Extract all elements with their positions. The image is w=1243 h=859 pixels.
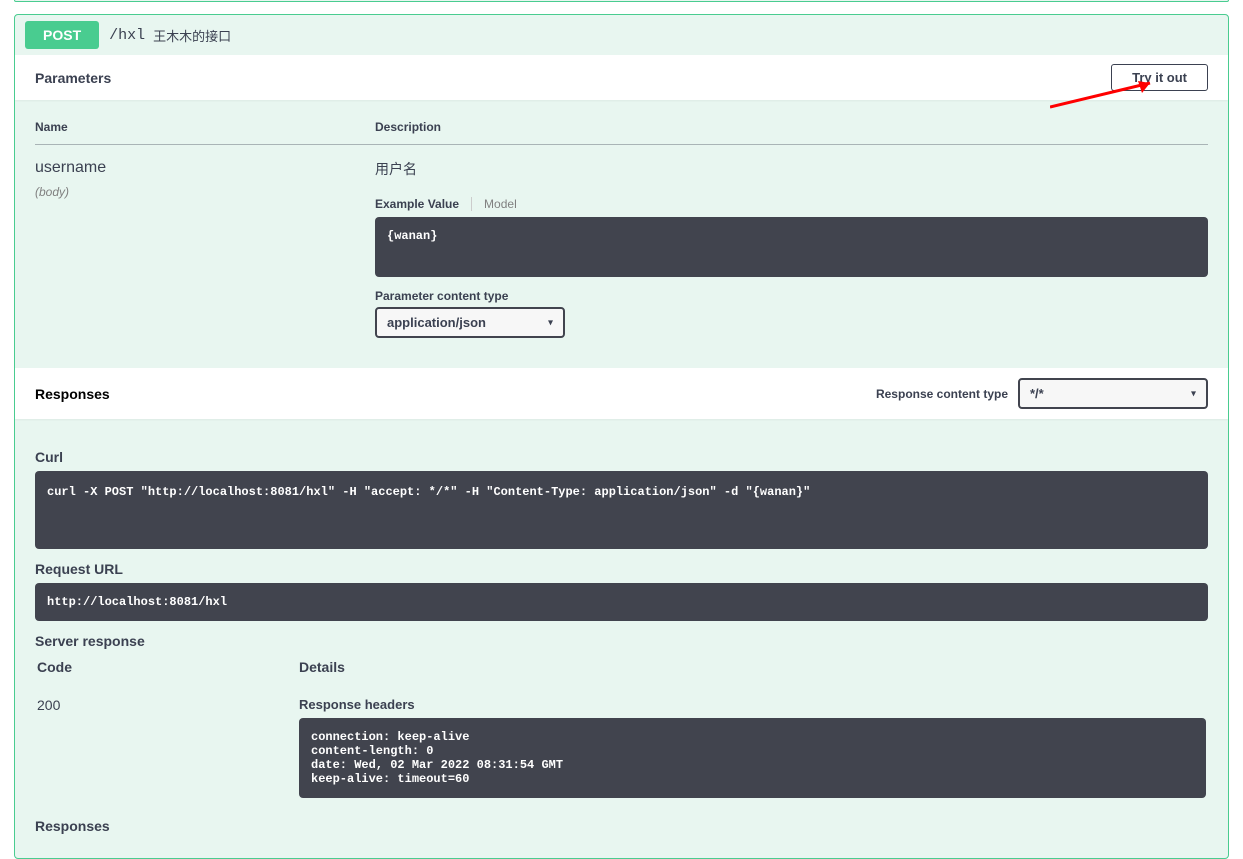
endpoint-path: /hxl <box>109 27 145 44</box>
request-url-label: Request URL <box>35 561 1208 577</box>
parameter-description: 用户名 <box>375 159 1208 179</box>
tab-example-value[interactable]: Example Value <box>375 197 459 211</box>
parameters-body: Name Description username (body) 用户名 <box>15 100 1228 368</box>
try-it-out-button[interactable]: Try it out <box>1111 64 1208 91</box>
parameters-title: Parameters <box>35 70 111 86</box>
curl-block[interactable]: curl -X POST "http://localhost:8081/hxl"… <box>35 471 1208 549</box>
column-code: Code <box>37 659 297 689</box>
response-content-type-label: Response content type <box>876 387 1008 401</box>
parameter-in: (body) <box>35 185 375 199</box>
responses-label-bottom: Responses <box>35 818 1208 834</box>
response-content-type-select[interactable]: */* <box>1018 378 1208 409</box>
method-badge: POST <box>25 21 99 49</box>
parameter-row: username (body) 用户名 Example Value Model … <box>35 145 1208 339</box>
server-response-label: Server response <box>35 633 1208 649</box>
parameter-content-type-label: Parameter content type <box>375 289 1208 303</box>
column-name: Name <box>35 110 375 145</box>
request-url-block[interactable]: http://localhost:8081/hxl <box>35 583 1208 621</box>
endpoint-description: 王木木的接口 <box>153 26 231 45</box>
responses-title: Responses <box>35 386 110 402</box>
example-value-block[interactable]: {wanan} <box>375 217 1208 277</box>
response-row: 200 Response headers connection: keep-al… <box>37 691 1206 798</box>
column-details: Details <box>299 659 1206 689</box>
endpoint-header[interactable]: POST /hxl 王木木的接口 <box>15 15 1228 55</box>
response-code: 200 <box>37 691 297 798</box>
response-headers-block[interactable]: connection: keep-alive content-length: 0… <box>299 718 1206 798</box>
tab-model[interactable]: Model <box>471 197 517 211</box>
endpoint-collapsed-prev <box>14 0 1229 2</box>
curl-label: Curl <box>35 449 1208 465</box>
example-model-tabs: Example Value Model <box>375 197 1208 211</box>
parameter-content-type-select[interactable]: application/json <box>375 307 565 338</box>
responses-body: Curl curl -X POST "http://localhost:8081… <box>15 419 1228 858</box>
column-description: Description <box>375 110 1208 145</box>
endpoint-panel: POST /hxl 王木木的接口 Parameters Try it out N… <box>14 14 1229 859</box>
parameter-name: username <box>35 159 375 177</box>
parameters-header: Parameters Try it out <box>15 55 1228 100</box>
responses-header: Responses Response content type */* ▾ <box>15 368 1228 419</box>
response-headers-label: Response headers <box>299 697 1206 712</box>
